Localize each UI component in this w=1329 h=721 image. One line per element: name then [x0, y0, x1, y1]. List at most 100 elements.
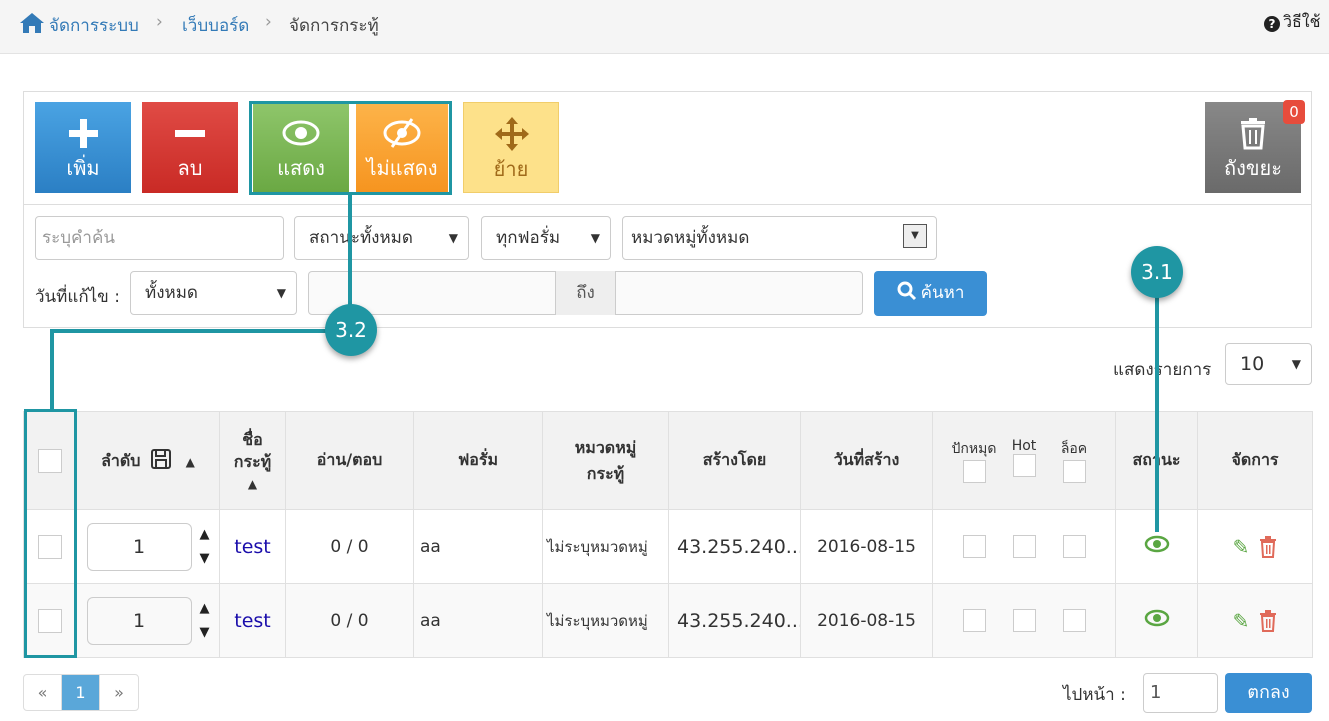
- callout-connector: [348, 195, 352, 315]
- caret-down-icon: ▼: [1291, 357, 1301, 371]
- move-button[interactable]: ย้าย: [463, 102, 559, 193]
- search-button[interactable]: ค้นหา: [874, 271, 987, 316]
- plus-icon: [69, 119, 98, 148]
- order-input[interactable]: 1: [86, 596, 192, 645]
- read-reply-cell: 0 / 0: [285, 583, 414, 658]
- move-arrows-icon: [495, 117, 529, 151]
- category-select[interactable]: หมวดหมู่ทั้งหมด: [622, 216, 937, 260]
- add-button[interactable]: เพิ่ม: [35, 102, 131, 193]
- title-header[interactable]: ชื่อ กระทู้ ▲: [219, 411, 286, 510]
- eye-icon[interactable]: [1144, 609, 1170, 627]
- table-row: 1▲ ▼ test 0 / 0 aa ไม่ระบุหมวดหมู่ 43.255…: [23, 509, 1313, 584]
- edit-icon[interactable]: ✎: [1233, 609, 1250, 633]
- arrow-down-icon[interactable]: ▼: [200, 551, 210, 566]
- manage-header: จัดการ: [1197, 411, 1313, 510]
- divider: [23, 204, 1312, 205]
- save-icon[interactable]: [150, 448, 172, 470]
- status-select[interactable]: สถานะทั้งหมด ▼: [294, 216, 469, 260]
- category-header: หมวดหมู่ กระทู้: [542, 411, 669, 510]
- callout-connector: [50, 329, 54, 411]
- table-row: 1▲ ▼ test 0 / 0 aa ไม่ระบุหมวดหมู่ 43.255…: [23, 583, 1313, 658]
- per-page-label: แสดงรายการ: [1113, 360, 1212, 380]
- show-hide-highlight: [249, 101, 452, 195]
- dropdown-arrow-icon[interactable]: ▼: [903, 224, 927, 248]
- read-reply-header: อ่าน/ตอบ: [285, 411, 414, 510]
- created-by-cell: 43.255.240....: [668, 509, 801, 584]
- goto-page-input[interactable]: 1: [1143, 673, 1218, 713]
- order-input[interactable]: 1: [86, 522, 192, 571]
- sort-asc-icon[interactable]: ▲: [186, 455, 195, 469]
- breadcrumb-current: จัดการกระทู้: [289, 16, 379, 36]
- home-icon[interactable]: [19, 12, 45, 34]
- order-stepper[interactable]: ▲ ▼: [200, 601, 210, 640]
- hot-checkbox[interactable]: [1012, 535, 1036, 558]
- callout-badge-3-2: 3.2: [325, 304, 377, 356]
- trash-icon[interactable]: [1259, 535, 1277, 558]
- order-stepper[interactable]: ▲ ▼: [200, 527, 210, 566]
- checkbox-column-highlight: [24, 409, 77, 658]
- next-page-button[interactable]: »: [100, 675, 138, 710]
- topics-table: ลำดับ ▲ ชื่อ กระทู้ ▲ อ่าน/ตอบ ฟอรั่ม หมว…: [23, 411, 1313, 658]
- topic-title-link[interactable]: test: [234, 536, 271, 558]
- delete-button[interactable]: ลบ: [142, 102, 238, 193]
- pin-checkbox[interactable]: [962, 609, 986, 632]
- category-cell: ไม่ระบุหมวดหมู่: [542, 509, 669, 584]
- arrow-up-icon[interactable]: ▲: [200, 527, 210, 542]
- minus-icon: [175, 130, 205, 137]
- callout-badge-3-1: 3.1: [1131, 246, 1183, 298]
- created-by-header: สร้างโดย: [668, 411, 801, 510]
- arrow-down-icon[interactable]: ▼: [200, 625, 210, 640]
- chevron-right-icon: ›: [265, 12, 272, 32]
- prev-page-button[interactable]: «: [24, 675, 62, 710]
- arrow-up-icon[interactable]: ▲: [200, 601, 210, 616]
- hot-all-checkbox[interactable]: [1012, 454, 1036, 477]
- read-reply-cell: 0 / 0: [285, 509, 414, 584]
- lock-column: ล็อค: [1049, 438, 1099, 483]
- hot-checkbox[interactable]: [1012, 609, 1036, 632]
- goto-page-label: ไปหน้า :: [1063, 685, 1126, 705]
- category-cell: ไม่ระบุหมวดหมู่: [542, 583, 669, 658]
- lock-all-checkbox[interactable]: [1062, 460, 1086, 483]
- date-select[interactable]: ทั้งหมด ▼: [130, 271, 297, 315]
- chevron-right-icon: ›: [156, 12, 163, 32]
- created-date-cell: 2016-08-15: [800, 583, 933, 658]
- help-link[interactable]: ? วิธีใช้: [1264, 10, 1320, 35]
- forum-cell: aa: [413, 583, 543, 658]
- page-1-button[interactable]: 1: [62, 675, 100, 710]
- date-filter-label: วันที่แก้ไข :: [35, 287, 120, 307]
- eye-icon[interactable]: [1144, 535, 1170, 553]
- breadcrumb-home[interactable]: จัดการระบบ: [49, 12, 139, 39]
- pagination: « 1 »: [23, 674, 139, 711]
- forum-header: ฟอรั่ม: [413, 411, 543, 510]
- question-icon: ?: [1264, 16, 1280, 32]
- date-range-to-label: ถึง: [555, 271, 616, 315]
- forum-cell: aa: [413, 509, 543, 584]
- created-date-header: วันที่สร้าง: [800, 411, 933, 510]
- created-date-cell: 2016-08-15: [800, 509, 933, 584]
- keyword-input[interactable]: ระบุคำค้น: [35, 216, 284, 260]
- hot-column: Hot: [999, 438, 1049, 477]
- edit-icon[interactable]: ✎: [1233, 535, 1250, 559]
- breadcrumb-webboard[interactable]: เว็บบอร์ด: [182, 12, 249, 39]
- trash-icon[interactable]: [1259, 609, 1277, 632]
- created-by-cell: 43.255.240....: [668, 583, 801, 658]
- lock-checkbox[interactable]: [1062, 609, 1086, 632]
- flags-header: ปักหมุด Hot ล็อค: [932, 411, 1116, 510]
- trash-count-badge: 0: [1283, 100, 1305, 124]
- caret-down-icon: ▼: [276, 286, 286, 300]
- caret-down-icon: ▼: [448, 231, 458, 245]
- pin-all-checkbox[interactable]: [962, 460, 986, 483]
- caret-down-icon: ▼: [590, 231, 600, 245]
- search-icon: [897, 281, 916, 301]
- per-page-select[interactable]: 10 ▼: [1225, 343, 1312, 385]
- callout-connector: [50, 329, 350, 333]
- sort-asc-icon[interactable]: ▲: [248, 477, 257, 491]
- order-header[interactable]: ลำดับ ▲: [76, 411, 220, 510]
- callout-connector: [1155, 270, 1159, 532]
- pin-column: ปักหมุด: [949, 438, 999, 483]
- lock-checkbox[interactable]: [1062, 535, 1086, 558]
- forum-select[interactable]: ทุกฟอรั่ม ▼: [481, 216, 611, 260]
- goto-page-button[interactable]: ตกลง: [1225, 673, 1312, 713]
- pin-checkbox[interactable]: [962, 535, 986, 558]
- topic-title-link[interactable]: test: [234, 610, 271, 632]
